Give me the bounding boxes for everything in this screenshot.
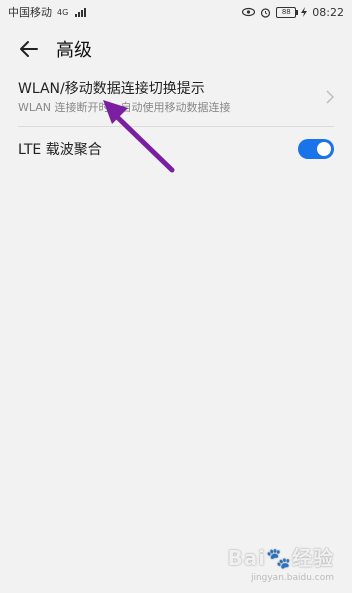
network-type: 4G bbox=[57, 7, 69, 17]
watermark-logo: Bai🐾经验 bbox=[227, 546, 334, 570]
settings-item-lte-carrier-aggregation: LTE 载波聚合 bbox=[0, 127, 352, 173]
settings-item-subtitle: WLAN 连接断开时，自动使用移动数据连接 bbox=[18, 101, 231, 114]
arrow-left-icon bbox=[20, 41, 38, 57]
signal-icon bbox=[75, 7, 87, 17]
status-time: 08:22 bbox=[312, 5, 344, 19]
watermark-url: jingyan.baidu.com bbox=[250, 573, 334, 583]
settings-item-title: WLAN/移动数据连接切换提示 bbox=[18, 81, 205, 97]
page-title: 高级 bbox=[56, 40, 92, 61]
settings-item-wlan-switch-prompt[interactable]: WLAN/移动数据连接切换提示 WLAN 连接断开时，自动使用移动数据连接 bbox=[0, 72, 352, 126]
alarm-icon bbox=[261, 7, 271, 18]
lte-carrier-aggregation-toggle[interactable] bbox=[298, 139, 334, 159]
carrier-name: 中国移动 bbox=[8, 6, 52, 19]
battery-icon: 88 bbox=[276, 6, 299, 18]
settings-list: WLAN/移动数据连接切换提示 WLAN 连接断开时，自动使用移动数据连接 LT… bbox=[0, 72, 352, 173]
status-left: 中国移动 4G bbox=[8, 4, 87, 20]
back-button[interactable] bbox=[6, 26, 52, 72]
status-bar: 中国移动 4G 88 08:22 bbox=[0, 0, 352, 24]
charging-icon bbox=[301, 7, 308, 17]
status-right: 88 08:22 bbox=[242, 6, 344, 19]
toggle-knob bbox=[317, 142, 331, 156]
eye-comfort-icon bbox=[242, 7, 256, 17]
watermark: Bai🐾经验 jingyan.baidu.com bbox=[228, 542, 335, 583]
chevron-right-icon bbox=[326, 90, 334, 104]
page-header: 高级 bbox=[0, 26, 352, 72]
settings-item-title: LTE 载波聚合 bbox=[18, 142, 102, 158]
